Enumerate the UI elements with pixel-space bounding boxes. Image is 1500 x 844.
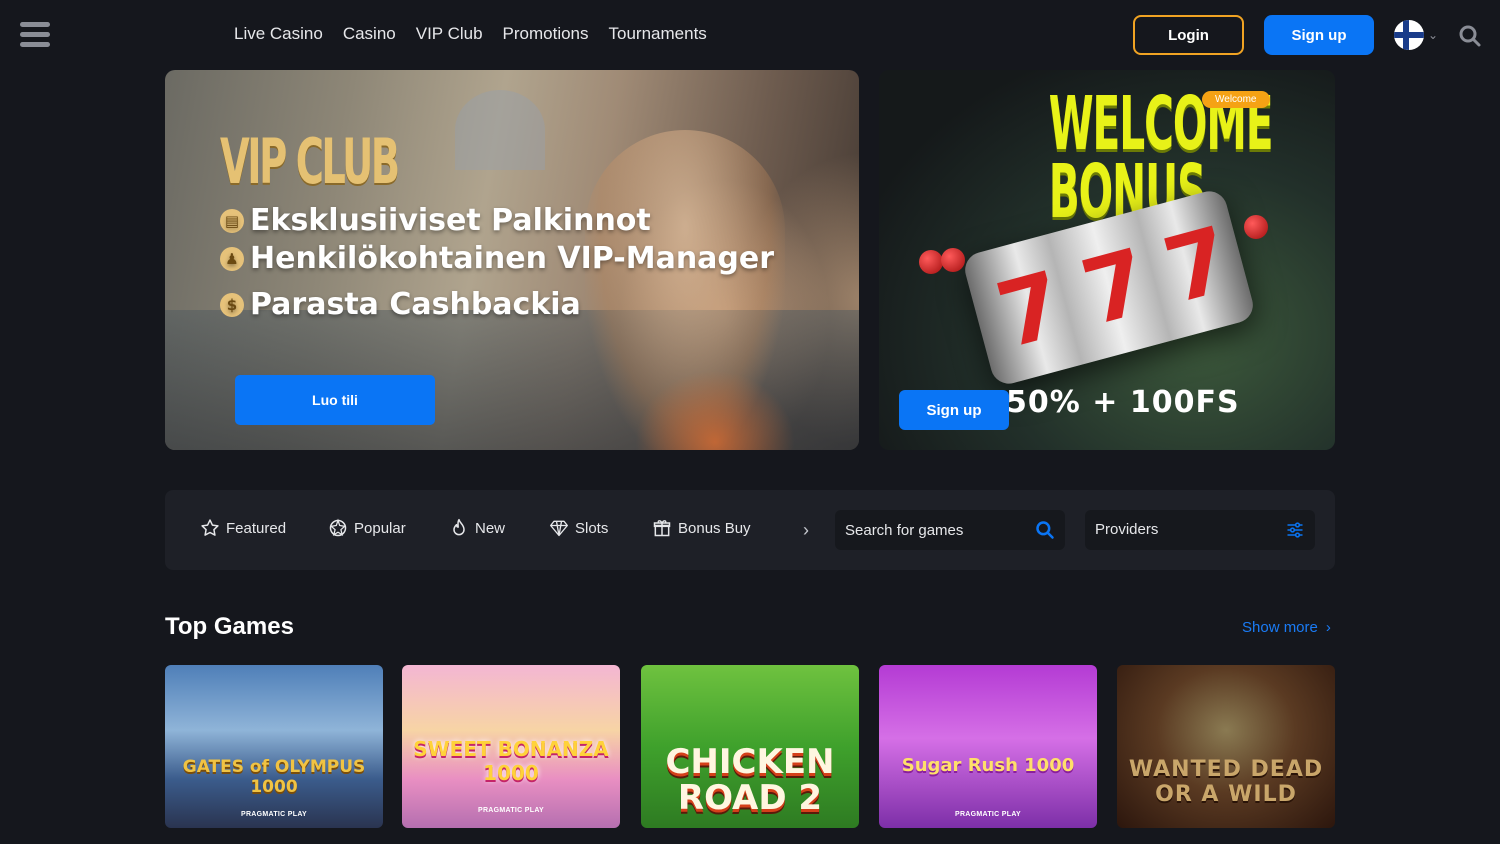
vip-benefit-text: Parasta Cashbackia [250, 287, 581, 322]
nav-tournaments[interactable]: Tournaments [609, 24, 707, 44]
category-label: Slots [575, 519, 609, 537]
signup-button[interactable]: Sign up [1264, 15, 1374, 55]
vip-benefit-manager: ♟ Henkilökohtainen VIP-Manager [220, 241, 774, 276]
category-popular[interactable]: Popular [328, 518, 406, 538]
chevron-right-icon: › [1325, 619, 1331, 636]
nav-live-casino[interactable]: Live Casino [234, 24, 323, 44]
game-search-input[interactable] [845, 510, 1025, 550]
nav-vip-club[interactable]: VIP Club [416, 24, 483, 44]
show-more-label: Show more [1242, 619, 1318, 636]
category-new[interactable]: New [449, 518, 505, 538]
category-featured[interactable]: Featured [200, 518, 286, 538]
nav-promotions[interactable]: Promotions [503, 24, 589, 44]
cash-icon: ▤ [220, 208, 244, 233]
vip-benefit-text: Eksklusiiviset Palkinnot [250, 203, 651, 238]
welcome-bonus-banner[interactable]: WELCOME BONUS Welcome 7 7 7 50% + 100FS … [879, 70, 1335, 450]
category-bonus-buy[interactable]: Bonus Buy [652, 518, 751, 538]
category-slots[interactable]: Slots [549, 518, 608, 538]
game-search[interactable] [835, 510, 1065, 550]
game-tile-chicken-road-2[interactable]: CHICKEN ROAD 2 [641, 665, 859, 828]
filter-sliders-icon [1287, 522, 1303, 538]
category-label: Popular [354, 519, 406, 537]
search-icon[interactable] [1035, 520, 1055, 540]
game-title: CHICKEN ROAD 2 [665, 742, 835, 818]
cherry-icon [941, 248, 965, 272]
game-provider: PRAGMATIC PLAY [477, 807, 545, 814]
gift-icon [653, 520, 671, 537]
site-header: Live Casino Casino VIP Club Promotions T… [0, 0, 1500, 70]
vip-benefit-cashback: $ Parasta Cashbackia [220, 287, 581, 322]
chevron-right-icon[interactable]: › [803, 520, 809, 541]
welcome-title-line1: WELCOME [1048, 81, 1274, 167]
category-label: Bonus Buy [678, 519, 751, 537]
vip-benefit-rewards: ▤ Eksklusiiviset Palkinnot [220, 203, 651, 238]
cherry-icon [1244, 215, 1268, 239]
providers-label: Providers [1095, 521, 1159, 538]
login-button[interactable]: Login [1133, 15, 1244, 55]
hamburger-menu-icon[interactable] [20, 22, 50, 48]
create-account-button[interactable]: Luo tili [235, 375, 435, 425]
show-more-link[interactable]: Show more › [1242, 619, 1331, 636]
finland-flag-icon [1394, 20, 1424, 50]
star-icon [201, 519, 219, 536]
vip-title: VIP CLUB [220, 125, 400, 198]
game-filter-bar: Featured Popular New Slots Bonus Buy › P… [165, 490, 1335, 570]
search-icon[interactable] [1458, 24, 1482, 48]
top-games-title: Top Games [165, 613, 294, 640]
game-tile-sugar-rush[interactable]: Sugar Rush 1000 PRAGMATIC PLAY [879, 665, 1097, 828]
nav-casino[interactable]: Casino [343, 24, 396, 44]
game-provider: PRAGMATIC PLAY [954, 811, 1022, 818]
category-label: Featured [226, 519, 287, 537]
category-label: New [475, 519, 506, 537]
banner-background-dome [455, 90, 545, 170]
game-provider: PRAGMATIC PLAY [240, 811, 308, 818]
game-title: WANTED DEAD OR A WILD [1128, 757, 1324, 807]
popular-icon [329, 518, 347, 537]
chevron-down-icon: ⌄ [1428, 28, 1439, 42]
game-tile-gates-of-olympus[interactable]: GATES of OLYMPUS 1000 PRAGMATIC PLAY [165, 665, 383, 828]
cherry-icon [919, 250, 943, 274]
banner-dress-image [635, 370, 795, 450]
game-title: SWEET BONANZA 1000 [413, 737, 609, 785]
welcome-offer: 50% + 100FS [1006, 385, 1240, 420]
main-nav: Live Casino Casino VIP Club Promotions T… [234, 24, 707, 44]
providers-dropdown[interactable]: Providers [1085, 510, 1315, 550]
game-title: GATES of OLYMPUS 1000 [182, 757, 366, 797]
welcome-badge: Welcome [1202, 91, 1270, 108]
vip-club-banner[interactable]: VIP CLUB ▤ Eksklusiiviset Palkinnot ♟ He… [165, 70, 859, 450]
game-tile-wanted-dead-or-a-wild[interactable]: WANTED DEAD OR A WILD [1117, 665, 1335, 828]
game-title: Sugar Rush 1000 [901, 755, 1075, 776]
manager-icon: ♟ [220, 246, 244, 271]
flame-icon [453, 518, 465, 536]
game-tile-sweet-bonanza[interactable]: SWEET BONANZA 1000 PRAGMATIC PLAY [402, 665, 620, 828]
diamond-icon [550, 520, 568, 537]
language-selector[interactable]: ⌄ [1394, 20, 1442, 50]
welcome-signup-button[interactable]: Sign up [899, 390, 1009, 430]
vip-benefit-text: Henkilökohtainen VIP-Manager [250, 241, 775, 276]
coin-icon: $ [220, 292, 244, 317]
